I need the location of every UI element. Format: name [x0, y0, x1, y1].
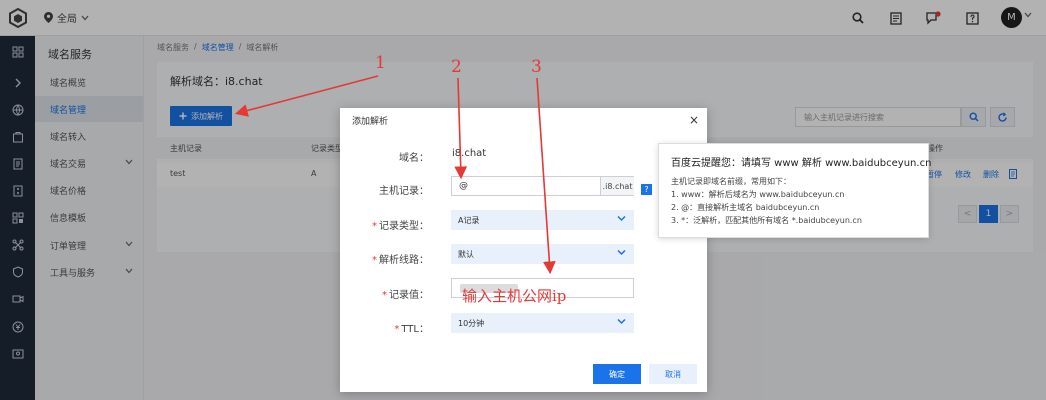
tooltip-line: 1. www：解析后域名为 www.baidubceyun.cn [671, 190, 845, 199]
cancel-button[interactable]: 取消 [649, 364, 697, 384]
ttl-value: 10分钟 [458, 318, 485, 328]
add-record-dialog: 添加解析 × 域名： i8.chat 主机记录： @ .i8.chat ? * 记… [340, 108, 707, 392]
host-record-tooltip: 百度云提醒您：请填写 www 解析 www.baidubceyun.cn 主机记… [658, 143, 932, 238]
domain-label: 域名： [399, 153, 429, 164]
required-mark: * [382, 290, 387, 301]
tooltip-line: 主机记录即域名前缀，常用如下： [671, 177, 791, 186]
tooltip-line: 2. @：直接解析主域名 baidubceyun.cn [671, 203, 820, 212]
host-record-input[interactable]: @ .i8.chat [451, 176, 634, 196]
chevron-down-icon [617, 215, 626, 222]
record-value-label: * 记录值： [382, 290, 429, 301]
resolution-line-value: 默认 [458, 249, 474, 259]
record-type-label: * 记录类型： [372, 221, 429, 232]
line-label: * 解析线路： [372, 255, 429, 266]
domain-value: i8.chat [452, 148, 487, 159]
required-mark: * [372, 255, 377, 266]
host-record-value: @ [459, 181, 468, 191]
help-icon[interactable]: ? [641, 184, 652, 195]
required-mark: * [372, 221, 377, 232]
close-icon[interactable]: × [689, 113, 699, 127]
confirm-button[interactable]: 确定 [593, 364, 641, 384]
chevron-down-icon [617, 249, 626, 256]
dialog-title: 添加解析 [352, 116, 389, 127]
domain-suffix: .i8.chat [600, 177, 634, 195]
annotation-ip-hint: 输入主机公网ip [462, 287, 567, 305]
annotation-number-2: 2 [451, 57, 462, 77]
annotation-number-1: 1 [375, 53, 386, 73]
tooltip-title: 百度云提醒您：请填写 www 解析 www.baidubceyun.cn [671, 158, 932, 169]
ttl-select[interactable]: 10分钟 [451, 313, 634, 333]
resolution-line-select[interactable]: 默认 [451, 244, 634, 264]
required-mark: * [394, 324, 400, 335]
record-type-select[interactable]: A记录 [451, 210, 634, 230]
tooltip-line: 3. *：泛解析，匹配其他所有域名 *.baidubceyun.cn [671, 216, 862, 225]
annotation-number-3: 3 [531, 57, 542, 77]
record-type-value: A记录 [458, 215, 480, 225]
chevron-down-icon [617, 318, 626, 325]
host-label: 主机记录： [379, 186, 429, 197]
ttl-label: * TTL： [394, 324, 429, 335]
